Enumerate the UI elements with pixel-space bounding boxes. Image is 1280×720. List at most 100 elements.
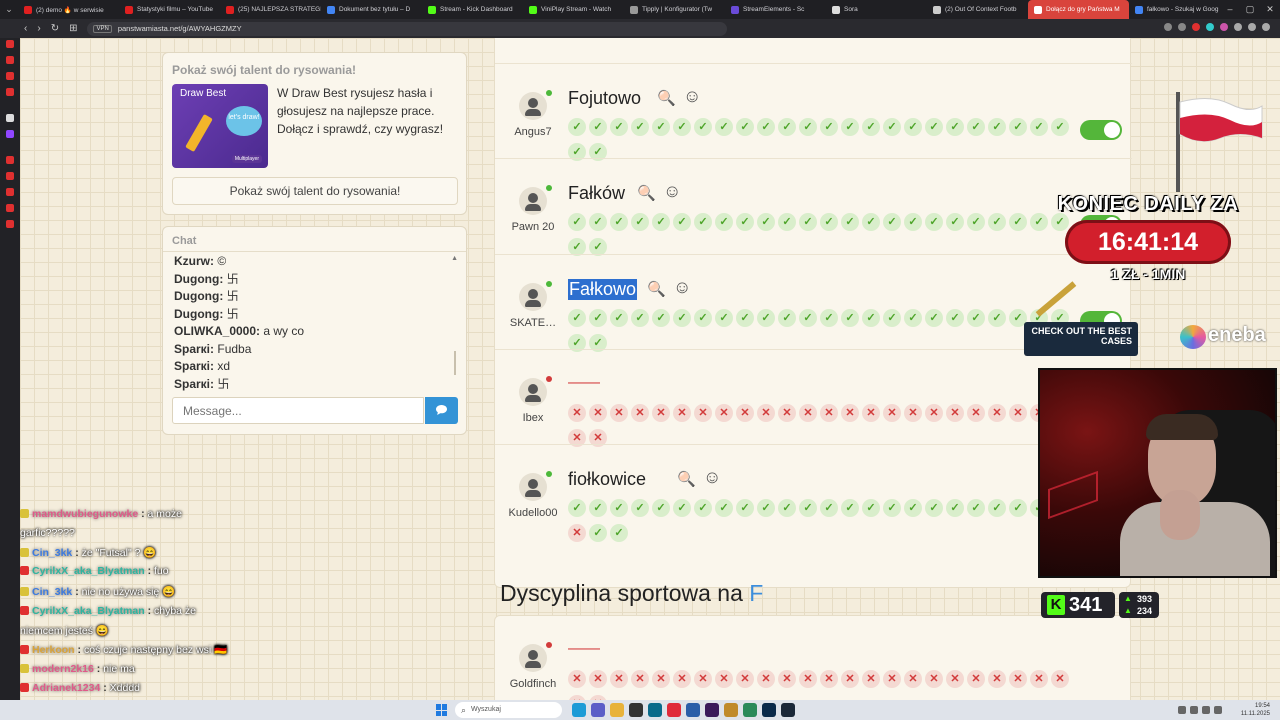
reload-icon[interactable]: ↻: [51, 23, 59, 34]
sidebar-app-icon[interactable]: [6, 72, 14, 80]
browser-tab[interactable]: fałkowo - Szukaj w Goog: [1129, 0, 1230, 19]
cross-icon: ✕: [673, 404, 691, 422]
ai-icon[interactable]: [6, 114, 14, 122]
record-icon[interactable]: [1192, 23, 1200, 31]
windows-start-icon[interactable]: [436, 704, 448, 716]
search-icon[interactable]: 🔍: [677, 470, 696, 488]
answer-toggle[interactable]: [1080, 120, 1122, 140]
browser-tab[interactable]: ViniPlay Stream - Watch: [523, 0, 624, 19]
player-answer[interactable]: ——: [568, 374, 600, 392]
minimize-icon[interactable]: –: [1220, 0, 1240, 19]
sidebar-app-icon[interactable]: [6, 88, 14, 96]
stream-chat-username: Cin_3kk: [32, 547, 73, 559]
cross-icon: ✕: [778, 404, 796, 422]
maximize-icon[interactable]: ▢: [1240, 0, 1260, 19]
chat-message-input[interactable]: [172, 397, 424, 424]
browser-tab[interactable]: Dołącz do gry Państwa M: [1028, 0, 1129, 19]
answer-row: Pawn 20 Fałków 🔍 ☺ ✓ ✓ ✓ ✓ ✓ ✓ ✓ ✓ ✓ ✓ ✓ ✓ ✓ ✓ ✓ ✓ ✓ ✓ ✓ ✓ ✓ ✓ ✓ ✓✓…: [495, 158, 1132, 256]
sidebar-app-icon[interactable]: [6, 188, 14, 196]
vote-smiley-icon[interactable]: ☺: [673, 277, 691, 297]
search-icon[interactable]: 🔍: [647, 280, 666, 298]
promo-panel: Pokaż swój talent do rysowania! Draw Bes…: [162, 52, 467, 215]
cross-icon: ✕: [946, 670, 964, 688]
sidebar-app-icon[interactable]: [6, 56, 14, 64]
opera-icon[interactable]: [667, 703, 681, 717]
steam-icon[interactable]: [781, 703, 795, 717]
browser-tab[interactable]: (2) Out Of Context Footb: [927, 0, 1028, 19]
app-icon[interactable]: [648, 703, 662, 717]
home-icon[interactable]: ⊞: [69, 23, 77, 34]
player-answer[interactable]: ——: [568, 640, 600, 658]
browser-tab[interactable]: StreamElements - Sc: [725, 0, 826, 19]
back-icon[interactable]: ‹: [24, 23, 27, 34]
vote-smiley-icon[interactable]: ☺: [683, 86, 701, 106]
taskbar-clock[interactable]: 19:54 11.11.2025: [1241, 702, 1270, 718]
address-bar[interactable]: VPN panstwamiasta.net/g/AWYAHGZMZY: [87, 21, 728, 36]
online-status-dot: [546, 471, 552, 477]
scroll-up-icon[interactable]: ▲: [451, 255, 458, 262]
sidebar-app-icon[interactable]: [6, 172, 14, 180]
vote-smiley-icon[interactable]: ☺: [703, 467, 721, 487]
chat-badge-icon: [20, 548, 29, 557]
check-icon: ✓: [589, 524, 607, 542]
search-icon[interactable]: 🔍: [637, 184, 656, 202]
browser-tab[interactable]: (2) demo 🔥 w serwisie: [18, 0, 119, 19]
explorer-icon[interactable]: [610, 703, 624, 717]
player-answer[interactable]: Fałków: [568, 183, 625, 204]
extension-icon[interactable]: [1178, 23, 1186, 31]
zoom-icon[interactable]: [1164, 23, 1172, 31]
browser-tab[interactable]: Tipply | Konfigurator (Tw: [624, 0, 725, 19]
extension-icon[interactable]: [1206, 23, 1214, 31]
browser-tab[interactable]: Stream - Kick Dashboard: [422, 0, 523, 19]
search-icon[interactable]: 🔍: [657, 89, 676, 107]
app-icon[interactable]: [686, 703, 700, 717]
window-controls: – ▢ ✕: [1220, 0, 1280, 19]
check-icon: ✓: [988, 213, 1006, 231]
app-icon[interactable]: [743, 703, 757, 717]
url-text[interactable]: panstwamiasta.net/g/AWYAHGZMZY: [118, 24, 242, 33]
photoshop-icon[interactable]: [762, 703, 776, 717]
heart-icon[interactable]: [1234, 23, 1242, 31]
check-icon: ✓: [568, 213, 586, 231]
check-icon: ✓: [904, 499, 922, 517]
taskbar-search[interactable]: Wyszukaj: [455, 702, 562, 718]
menu-icon[interactable]: [1262, 23, 1270, 31]
tab-title: (2) demo 🔥 w serwisie: [36, 6, 104, 14]
chat-messages[interactable]: Kzurw: © Dugong: 卐 Dugong: 卐 Dugong: 卐 OLIWK…: [174, 253, 454, 393]
download-icon[interactable]: [1248, 23, 1256, 31]
forward-icon[interactable]: ›: [37, 23, 40, 34]
player-answer[interactable]: fiołkowice: [568, 469, 646, 490]
sidebar-app-icon[interactable]: [6, 204, 14, 212]
chat-text: ©: [217, 254, 227, 268]
opera-icon[interactable]: [6, 40, 14, 48]
twitch-icon[interactable]: [6, 130, 14, 138]
draw-best-image[interactable]: Draw Best let's draw! Multiplayer: [172, 84, 268, 168]
promo-button[interactable]: Pokaż swój talent do rysowania!: [172, 177, 458, 205]
cross-icon: ✕: [841, 404, 859, 422]
browser-tab[interactable]: Sora: [826, 0, 927, 19]
vote-smiley-icon[interactable]: ☺: [663, 181, 681, 201]
chat-scrollbar[interactable]: [454, 351, 456, 375]
browser-tab[interactable]: (25) NAJLEPSZA STRATEGIA: [220, 0, 321, 19]
tab-menu-icon[interactable]: ⌄: [0, 4, 18, 15]
teams-icon[interactable]: [591, 703, 605, 717]
user-avatar-icon: [519, 187, 547, 215]
player-answer[interactable]: Fałkowo: [568, 279, 638, 300]
cross-icon: ✕: [925, 404, 943, 422]
terminal-icon[interactable]: [629, 703, 643, 717]
browser-tab[interactable]: Dokument bez tytułu – D: [321, 0, 422, 19]
cross-icon: ✕: [1030, 670, 1048, 688]
settings-icon[interactable]: [6, 220, 14, 228]
tab-favicon-icon: [24, 5, 32, 14]
edge-icon[interactable]: [572, 703, 586, 717]
close-icon[interactable]: ✕: [1260, 0, 1280, 19]
extension-icon[interactable]: [1220, 23, 1228, 31]
browser-tab[interactable]: Statystyki filmu – YouTube: [119, 0, 220, 19]
vpn-badge[interactable]: VPN: [93, 24, 112, 33]
app-icon[interactable]: [724, 703, 738, 717]
game-page: Pokaż swój talent do rysowania! Draw Bes…: [20, 38, 1280, 700]
premiere-icon[interactable]: [705, 703, 719, 717]
sidebar-app-icon[interactable]: [6, 156, 14, 164]
player-answer[interactable]: Fojutowo: [568, 88, 641, 109]
chat-send-button[interactable]: [425, 397, 458, 424]
